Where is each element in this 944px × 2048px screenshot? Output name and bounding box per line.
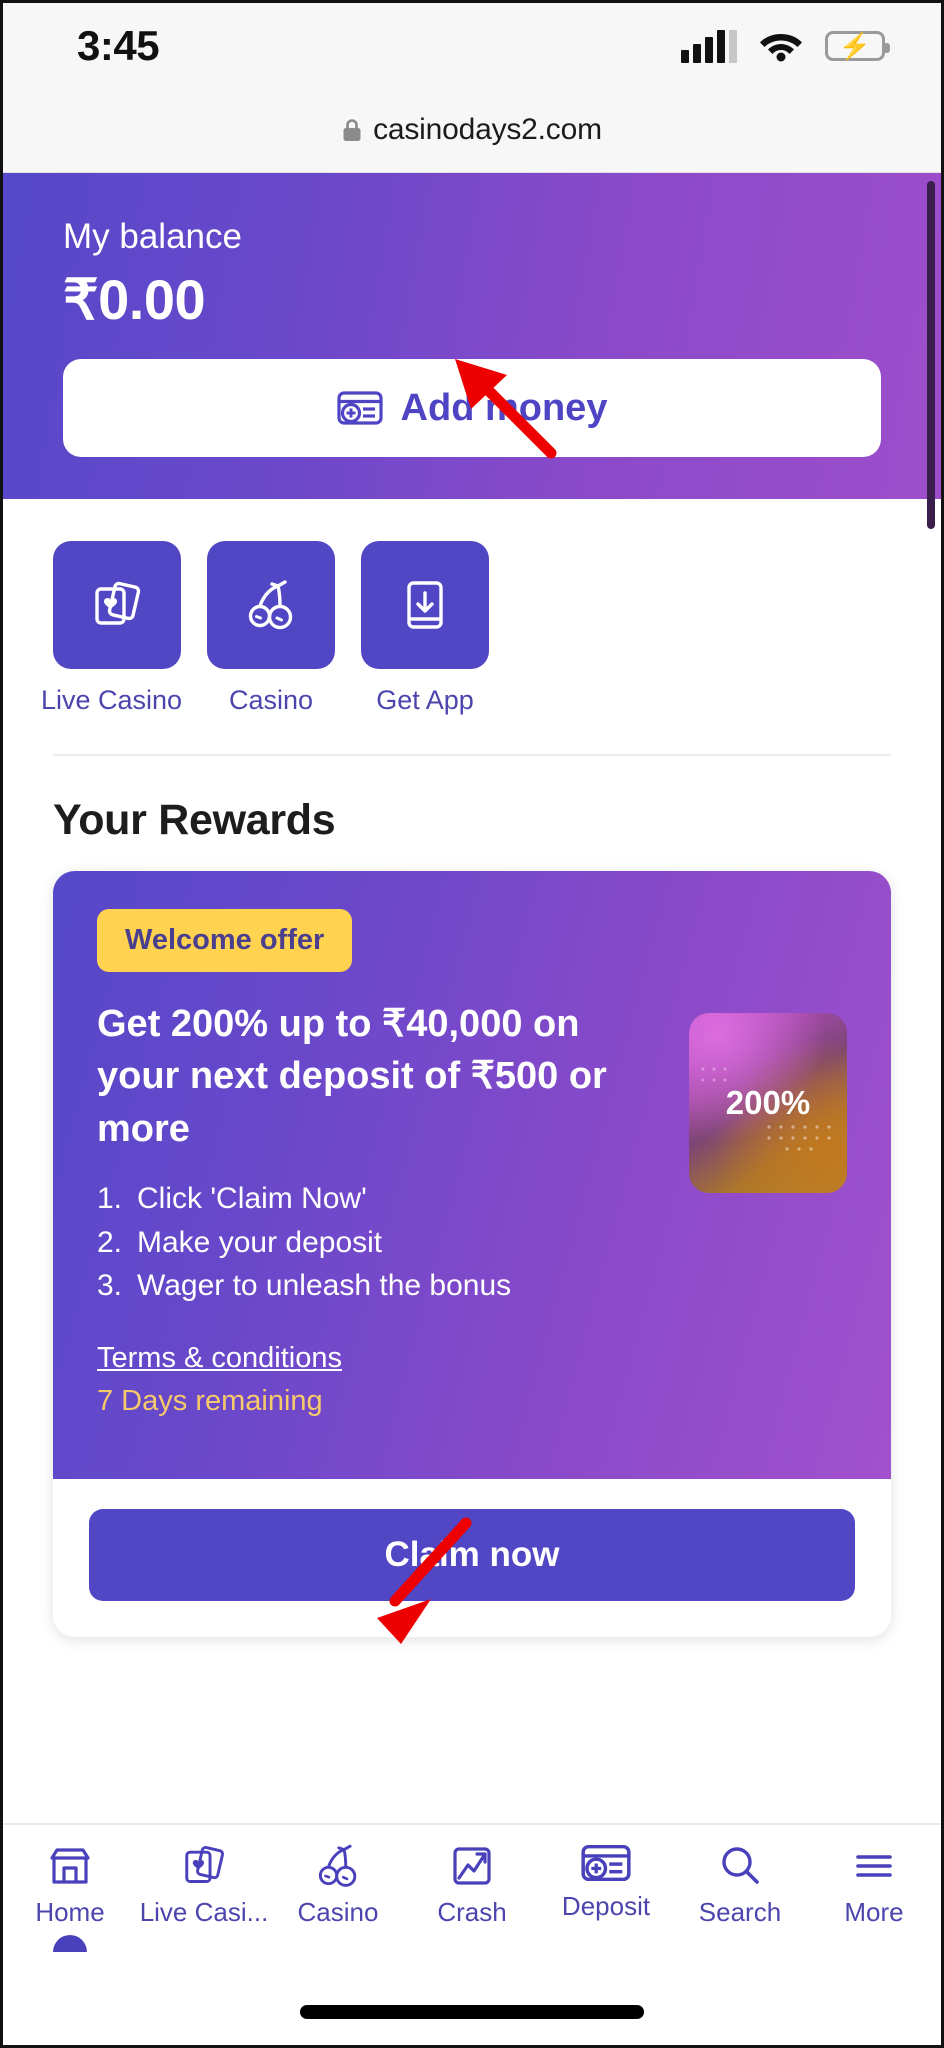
playing-cards-icon [88, 576, 146, 634]
status-bar: 3:45 ⚡ [3, 3, 941, 88]
terms-and-conditions-link[interactable]: Terms & conditions [97, 1342, 342, 1375]
offer-step-number: 2. [97, 1225, 123, 1259]
nav-item-home[interactable]: Home [3, 1841, 137, 1952]
status-icons: ⚡ [681, 29, 890, 63]
quick-tile-live-casino[interactable]: Live Casino [41, 541, 182, 716]
nav-label-crash: Crash [437, 1897, 507, 1927]
nav-label-deposit: Deposit [561, 1891, 651, 1921]
ios-home-indicator [300, 2005, 644, 2019]
offer-step: 3. Wager to unleash the bonus [97, 1264, 657, 1308]
quick-tile-get-app-box [361, 541, 489, 669]
nav-label-live-casino: Live Casi... [139, 1897, 269, 1927]
phone-download-icon [396, 576, 454, 634]
nav-label-more: More [844, 1897, 904, 1927]
bottom-navigation-bar: Home Live Casi... Casino Crash Deposit S… [3, 1823, 941, 1961]
offer-step-number: 3. [97, 1269, 123, 1303]
nav-item-casino[interactable]: Casino [271, 1841, 405, 1928]
url-text: casinodays2.com [373, 113, 602, 146]
store-icon [45, 1841, 95, 1891]
card-plus-icon [581, 1841, 631, 1885]
quick-tile-get-app-label: Get App [376, 685, 474, 715]
chart-up-icon [447, 1841, 497, 1891]
balance-header: My balance ₹0.00 Add money [3, 173, 941, 499]
reward-card-footer: Claim now [53, 1479, 891, 1637]
page-scrollbar[interactable] [927, 181, 935, 529]
wifi-icon [759, 30, 803, 62]
status-time: 3:45 [77, 21, 160, 69]
nav-active-indicator [53, 1935, 87, 1952]
offer-badge: Welcome offer [97, 909, 353, 972]
quick-actions: Live Casino Casino Get App [3, 499, 941, 716]
reward-card: Welcome offer Get 200% up to ₹40,000 on … [53, 871, 891, 1637]
nav-item-live-casino[interactable]: Live Casi... [137, 1841, 271, 1928]
quick-tile-live-casino-label: Live Casino [41, 685, 183, 715]
battery-charging-icon: ⚡ [825, 30, 890, 61]
offer-headline: Get 200% up to ₹40,000 on your next depo… [97, 1003, 607, 1150]
card-plus-icon [336, 388, 383, 428]
quick-tile-casino-label: Casino [228, 685, 314, 715]
add-money-button[interactable]: Add money [63, 359, 881, 457]
offer-step-number: 1. [97, 1182, 123, 1216]
balance-amount: ₹0.00 [63, 268, 206, 331]
phone-screen: 3:45 ⚡ casinodays2.com My balance ₹0.00 … [0, 0, 944, 2048]
rewards-section-title: Your Rewards [53, 796, 336, 844]
offer-step-text: Click 'Claim Now' [137, 1182, 367, 1216]
days-remaining-text: 7 Days remaining [97, 1384, 323, 1417]
nav-label-home: Home [35, 1897, 105, 1927]
balance-label: My balance [63, 217, 242, 256]
nav-item-deposit[interactable]: Deposit [539, 1841, 673, 1922]
promo-thumbnail: 200% [689, 1013, 847, 1193]
nav-item-more[interactable]: More [807, 1841, 941, 1928]
lock-icon [342, 118, 362, 142]
quick-tile-casino[interactable]: Casino [207, 541, 335, 716]
quick-tile-live-casino-box [53, 541, 181, 669]
offer-steps-list: 1. Click 'Claim Now' 2. Make your deposi… [97, 1177, 657, 1308]
playing-cards-icon [179, 1841, 229, 1891]
offer-step-text: Make your deposit [137, 1225, 383, 1259]
offer-step: 1. Click 'Claim Now' [97, 1177, 657, 1221]
promo-percent-label: 200% [725, 1084, 811, 1121]
signal-bars-icon [681, 29, 737, 63]
offer-step: 2. Make your deposit [97, 1221, 657, 1265]
add-money-label: Add money [400, 386, 608, 429]
search-icon [715, 1841, 765, 1891]
reward-card-body: Welcome offer Get 200% up to ₹40,000 on … [53, 871, 891, 1479]
nav-item-crash[interactable]: Crash [405, 1841, 539, 1928]
nav-label-search: Search [698, 1897, 782, 1927]
cherries-icon [242, 576, 300, 634]
browser-url-bar[interactable]: casinodays2.com [3, 88, 941, 173]
thumb-dot-pattern [767, 1125, 831, 1151]
quick-tile-casino-box [207, 541, 335, 669]
claim-now-button[interactable]: Claim now [89, 1509, 855, 1601]
quick-tile-get-app[interactable]: Get App [361, 541, 489, 716]
nav-item-search[interactable]: Search [673, 1841, 807, 1928]
hamburger-icon [849, 1841, 899, 1891]
cherries-icon [313, 1841, 363, 1891]
section-divider [53, 754, 891, 756]
offer-step-text: Wager to unleash the bonus [137, 1269, 512, 1303]
nav-label-casino: Casino [297, 1897, 379, 1927]
